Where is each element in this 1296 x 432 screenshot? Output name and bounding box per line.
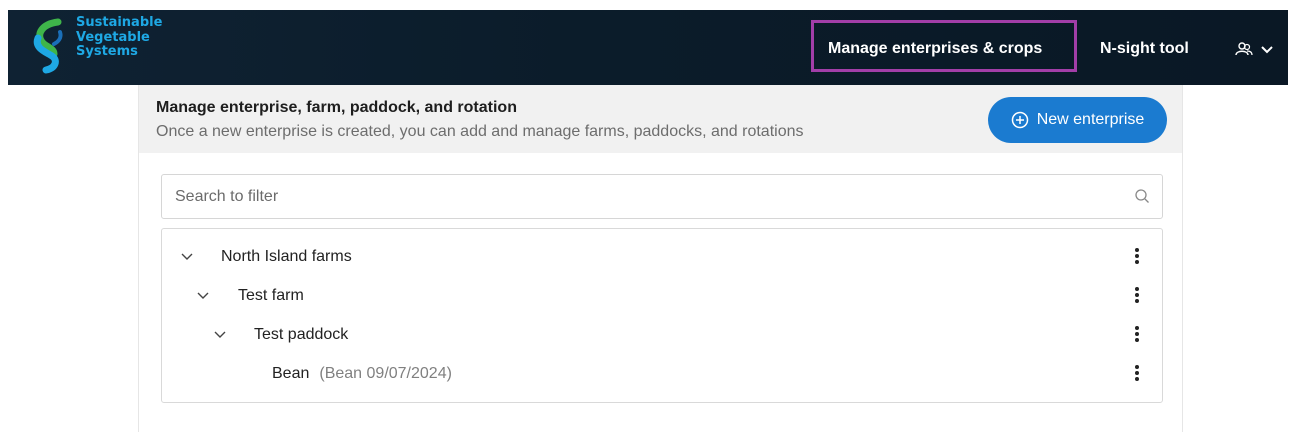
page-title: Manage enterprise, farm, paddock, and ro…	[156, 99, 517, 116]
tree-item-label: Test paddock	[254, 326, 349, 343]
brand-name: Sustainable Vegetable Systems	[76, 15, 163, 60]
tree-item-label: Test farm	[238, 287, 304, 304]
top-navigation-bar: Sustainable Vegetable Systems Manage ent…	[8, 10, 1288, 85]
nav-nsight-tool[interactable]: N-sight tool	[1100, 40, 1189, 58]
tree-row-farm[interactable]: Test farm	[162, 276, 1162, 314]
tree-item-label: North Island farms	[221, 248, 352, 265]
new-enterprise-label: New enterprise	[1036, 111, 1145, 128]
more-options-icon[interactable]	[1134, 324, 1140, 344]
chevron-down-icon	[1261, 46, 1273, 54]
chevron-down-icon[interactable]	[180, 249, 194, 263]
plus-circle-icon	[1011, 111, 1028, 129]
enterprise-tree: North Island farms Test farm Test paddoc…	[161, 228, 1163, 403]
search-input[interactable]	[162, 175, 1102, 218]
brand-line-1: Sustainable	[76, 15, 163, 30]
search-icon[interactable]	[1134, 188, 1150, 204]
more-options-icon[interactable]	[1134, 246, 1140, 266]
new-enterprise-button[interactable]: New enterprise	[988, 97, 1167, 143]
brand-line-2: Vegetable	[76, 29, 150, 45]
more-options-icon[interactable]	[1134, 363, 1140, 383]
tree-row-crop[interactable]: Bean (Bean 09/07/2024)	[162, 354, 1162, 392]
tree-row-enterprise[interactable]: North Island farms	[162, 237, 1162, 275]
tree-row-paddock[interactable]: Test paddock	[162, 315, 1162, 353]
brand-line-3: Systems	[76, 44, 138, 59]
search-field[interactable]	[161, 174, 1163, 219]
page-header: Manage enterprise, farm, paddock, and ro…	[139, 85, 1182, 153]
more-options-icon[interactable]	[1134, 285, 1140, 305]
nav-manage-enterprises[interactable]: Manage enterprises & crops	[828, 40, 1042, 58]
chevron-down-icon[interactable]	[213, 327, 227, 341]
logo-icon	[33, 18, 63, 74]
crop-name: Bean	[272, 365, 310, 382]
crop-rotation-detail: (Bean 09/07/2024)	[319, 365, 452, 382]
tree-item-label: Bean (Bean 09/07/2024)	[272, 365, 452, 383]
user-menu[interactable]	[1234, 40, 1274, 60]
main-content: Manage enterprise, farm, paddock, and ro…	[138, 85, 1183, 432]
page-subtitle: Once a new enterprise is created, you ca…	[156, 123, 804, 140]
chevron-down-icon[interactable]	[196, 288, 210, 302]
